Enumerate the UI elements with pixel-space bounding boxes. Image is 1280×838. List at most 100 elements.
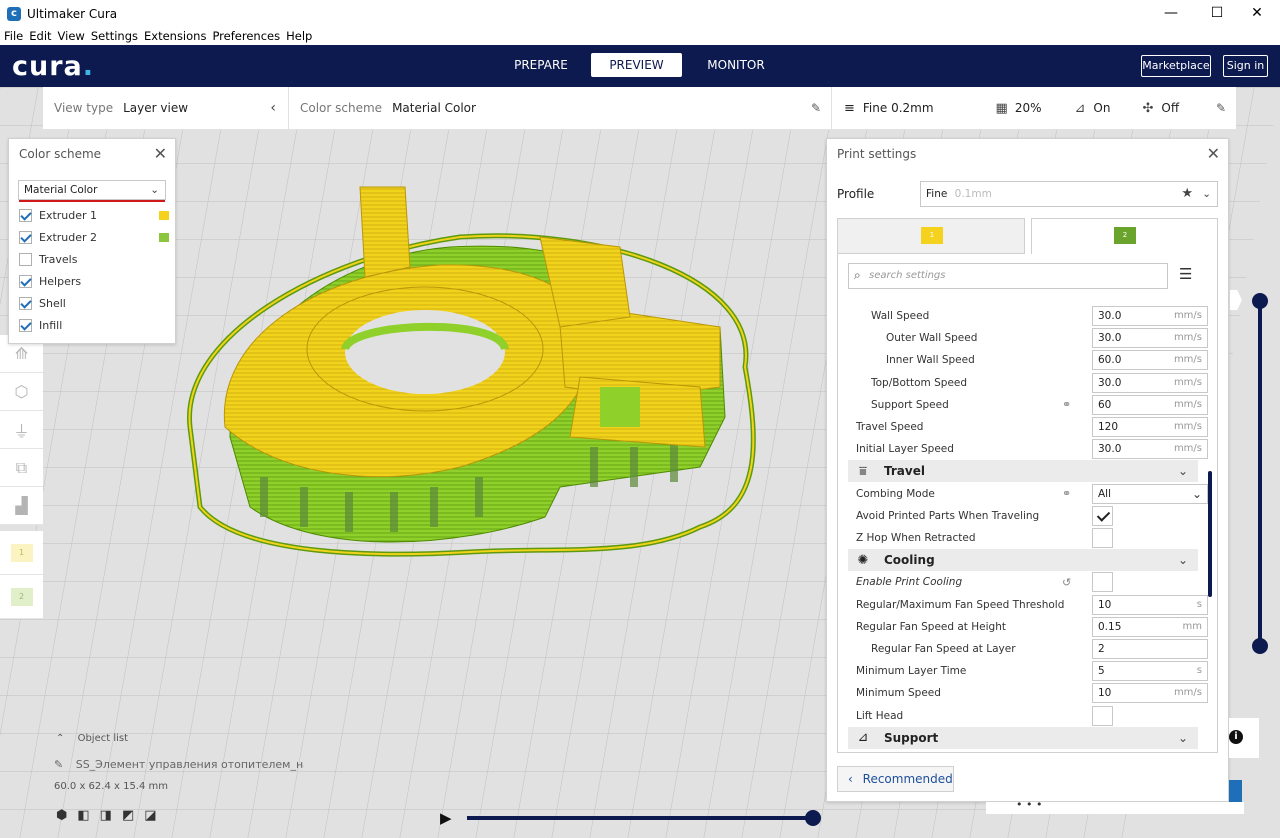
color-item-travels[interactable]: Travels [19,249,169,269]
infill-summary: 20% [1014,101,1042,115]
layer-slider-bottom-handle[interactable] [1252,638,1268,654]
layer-slider-top-handle[interactable] [1252,293,1268,309]
layflat-tool-icon[interactable]: ▟ [0,487,43,525]
extruder-2-swatch [159,232,169,242]
settings-category-support[interactable]: ⊿ Support ⌄ [848,726,1198,749]
menu-extensions[interactable]: Extensions [144,29,206,43]
setting-input[interactable]: 2 [1092,639,1208,659]
menu-edit[interactable]: Edit [29,29,51,43]
menu-preferences[interactable]: Preferences [212,29,280,43]
color-item-helpers[interactable]: Helpers [19,271,169,291]
setting-checkbox[interactable] [1092,572,1113,593]
info-icon[interactable]: i [1229,730,1243,744]
layer-slider-track[interactable] [1258,298,1262,648]
color-item-infill[interactable]: Infill [19,315,169,335]
object-name-row[interactable]: ✎ SS_Элемент управления отопителем_на пе… [54,758,304,771]
view-type-selector[interactable]: View type Layer view ‹ [43,86,289,130]
object-dimensions: 60.0 x 62.4 x 15.4 mm [54,781,169,792]
setting-checkbox[interactable] [1092,528,1113,548]
setting-input[interactable]: 30.0 mm/s [1092,372,1208,393]
setting-input[interactable]: 10 s [1092,594,1208,615]
setting-input[interactable]: 10 mm/s [1092,683,1208,704]
color-item-extruder-2[interactable]: Extruder 2 [19,227,169,247]
front-view-icon[interactable]: ◧ [77,808,89,823]
menu-help[interactable]: Help [286,29,312,43]
travels-checkbox[interactable] [19,252,32,266]
setting-input[interactable]: All ⌄ [1092,483,1208,504]
close-window-button[interactable]: ✕ [1234,0,1280,27]
support-blocker-icon[interactable]: ⏚ [0,411,43,449]
settings-category-travel[interactable]: ⩸ Travel ⌄ [848,460,1198,483]
settings-category-cooling[interactable]: ✺ Cooling ⌄ [848,549,1198,572]
more-icon[interactable]: • • • [1016,798,1042,811]
left-view-icon[interactable]: ◩ [122,808,134,823]
setting-regular-maximum-fan-speed-threshold: Regular/Maximum Fan Speed Threshold 10 s [848,594,1210,616]
chevron-down-icon: ⌄ [1191,486,1202,501]
close-icon[interactable]: ✕ [1207,139,1220,169]
path-slider-track[interactable] [467,816,815,820]
menu-file[interactable]: File [4,29,23,43]
setting-label: Initial Layer Speed [856,443,954,456]
extruder-1-icon[interactable]: 1 [0,531,43,575]
color-item-extruder-1[interactable]: Extruder 1 [19,205,169,225]
minimize-button[interactable]: — [1148,0,1194,27]
link-icon[interactable]: ⚭ [1062,398,1071,411]
setting-label: Inner Wall Speed [886,354,975,367]
chevron-down-icon: ⌄ [1177,553,1188,568]
per-model-settings-icon[interactable]: ⬡ [0,373,43,411]
settings-list: Wall Speed 30.0 mm/s Outer Wall Speed 30.0 mm… [838,253,1217,752]
view-type-label: View type [54,101,114,115]
close-icon[interactable]: ✕ [154,139,167,169]
tab-preview[interactable]: PREVIEW [591,53,682,77]
setting-input[interactable]: 60.0 mm/s [1092,350,1208,371]
recommended-button[interactable]: ‹ Recommended [837,766,954,792]
setting-checkbox[interactable] [1092,705,1113,726]
profile-dropdown[interactable]: Fine 0.1mm ★ ⌄ [920,181,1218,207]
color-scheme-selector[interactable]: Color scheme Material Color ✎ [289,86,832,130]
infill-checkbox[interactable] [19,318,32,332]
action-panel-bottom: • • • [986,798,1244,814]
extruder-2-icon[interactable]: 2 [0,575,43,619]
star-icon[interactable]: ★ [1181,182,1193,206]
top-view-icon[interactable]: ◨ [100,808,112,823]
setting-input[interactable]: 120 mm/s [1092,417,1208,437]
play-icon[interactable]: ▶ [440,809,452,827]
marketplace-button[interactable]: Marketplace [1141,55,1211,77]
extruder-2-checkbox[interactable] [19,230,32,244]
helpers-checkbox[interactable] [19,274,32,288]
extruder-tab-1[interactable]: 1 [837,218,1025,254]
infill-icon: ▦ [995,100,1008,116]
sign-in-button[interactable]: Sign in [1223,55,1268,77]
extruder-1-checkbox[interactable] [19,208,32,222]
path-slider-handle[interactable] [805,810,821,826]
setting-input[interactable]: 5s [1092,661,1208,682]
shell-checkbox[interactable] [19,296,32,310]
tab-monitor[interactable]: MONITOR [693,53,779,77]
setting-label: Wall Speed [871,310,930,322]
extruder-1-swatch [159,210,169,220]
3d-view-icon[interactable]: ⬢ [56,808,67,823]
object-list-header[interactable]: ⌃ Object list [56,733,128,744]
settings-scrollbar[interactable] [1208,471,1212,597]
right-view-icon[interactable]: ◪ [144,808,156,823]
scale-tool-icon[interactable]: ⧉ [0,449,43,487]
setting-input[interactable]: 30.0 mm/s [1092,328,1208,349]
setting-checkbox[interactable] [1092,505,1113,526]
print-setup-selector[interactable]: ≡ Fine 0.2mm ▦ 20% ⊿ On ✣ Off ✎ [832,87,1236,130]
setting-input[interactable]: 0.15 mm [1092,616,1208,637]
tab-prepare[interactable]: PREPARE [501,53,581,77]
link-icon[interactable]: ⚭ [1062,487,1071,500]
extruder-tab-2[interactable]: 2 [1031,218,1218,254]
settings-scroll-area[interactable]: ⌕ search settings ☰ Wall Speed 30.0 mm/s Ou… [837,253,1218,753]
color-scheme-dropdown[interactable]: Material Color ⌄ [18,180,166,202]
reset-icon[interactable]: ↺ [1062,576,1071,589]
extruder-2-icon: 2 [1114,227,1136,244]
menu-settings[interactable]: Settings [91,29,138,43]
setting-label: Minimum Speed [856,687,941,700]
setting-input[interactable]: 60 mm/s [1092,394,1208,415]
setting-input[interactable]: 30.0 mm/s [1092,306,1208,326]
menu-view[interactable]: View [58,29,85,43]
color-item-shell[interactable]: Shell [19,293,169,313]
setting-input[interactable]: 30.0 mm/s [1092,439,1208,460]
layer-height-icon: ≡ [844,100,855,116]
